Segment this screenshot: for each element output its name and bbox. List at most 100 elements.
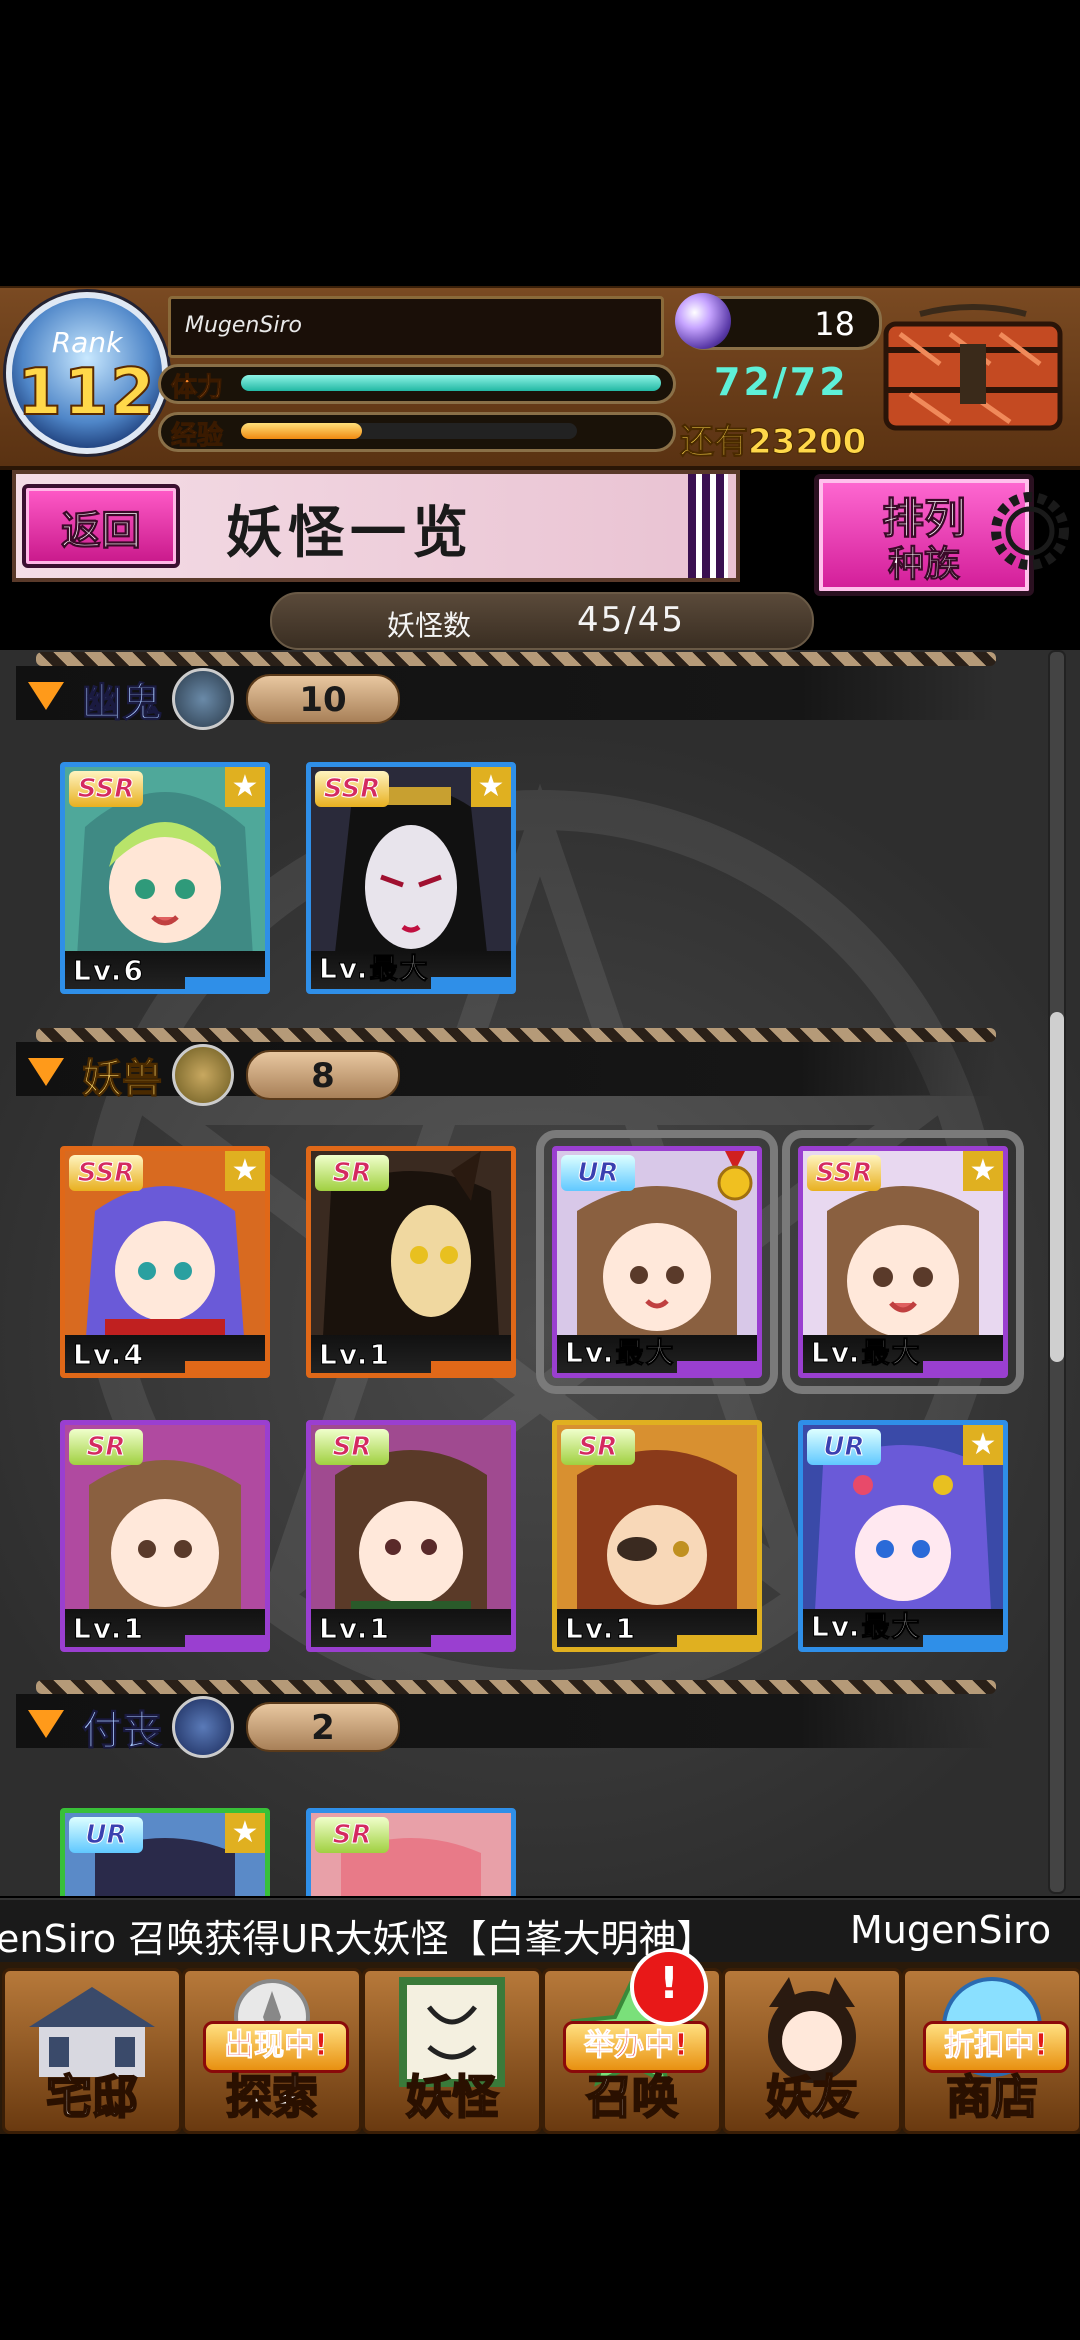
yokai-level: Lv.1 bbox=[319, 1338, 391, 1372]
star-icon: ★ bbox=[225, 1151, 265, 1191]
player-name: MugenSiro bbox=[185, 313, 302, 338]
ticker-text: enSiro 召唤获得UR大妖怪【白峯大明神】 bbox=[0, 1917, 715, 1961]
group-rail bbox=[36, 652, 996, 666]
rarity-stripe bbox=[431, 1361, 511, 1373]
rarity-stripe bbox=[923, 1635, 1003, 1647]
yokai-card[interactable]: SR Lv.1 bbox=[552, 1420, 762, 1652]
orb-count: 18 bbox=[814, 305, 855, 343]
nav-label: 商店 bbox=[945, 2069, 1039, 2125]
rarity-badge: SR bbox=[315, 1429, 389, 1465]
rarity-stripe bbox=[431, 977, 511, 989]
back-label: 返回 bbox=[61, 508, 142, 555]
exp-track bbox=[241, 423, 577, 439]
title-decoration bbox=[688, 474, 728, 578]
yokai-level: Lv.最大 bbox=[810, 1610, 922, 1644]
nav-label: 宅邸 bbox=[45, 2069, 139, 2125]
rank-value: 112 bbox=[16, 355, 157, 431]
nav-label: 探索 bbox=[225, 2069, 319, 2125]
group-band bbox=[16, 666, 996, 720]
group-band bbox=[16, 1694, 996, 1748]
rarity-stripe bbox=[431, 1635, 511, 1647]
rarity-stripe bbox=[185, 1361, 265, 1373]
tsukumo-tribe-icon bbox=[172, 1696, 234, 1758]
rarity-stripe bbox=[923, 1361, 1003, 1373]
group-header-beast[interactable]: 妖兽 8 bbox=[16, 1028, 996, 1106]
rarity-badge: SR bbox=[315, 1155, 389, 1191]
rarity-badge: UR bbox=[561, 1155, 635, 1191]
stamina-fill bbox=[241, 375, 661, 391]
rarity-badge: SSR bbox=[315, 771, 389, 807]
back-button[interactable]: 返回 bbox=[22, 484, 180, 568]
star-icon: ★ bbox=[963, 1425, 1003, 1465]
exp-remaining: 还有23200 bbox=[679, 422, 867, 463]
rank-badge[interactable]: Rank 112 bbox=[6, 292, 168, 454]
spirit-orb-icon bbox=[675, 293, 731, 349]
player-status-header: Rank 112 MugenSiro 体力 经验 18 72/72 还有2320… bbox=[0, 286, 1080, 470]
rarity-badge: SSR bbox=[807, 1155, 881, 1191]
rarity-stripe bbox=[185, 977, 265, 989]
yokai-card[interactable]: SR Lv.1 bbox=[306, 1146, 516, 1378]
rarity-badge: UR bbox=[69, 1817, 143, 1853]
yokai-card[interactable]: UR ★ Lv.最大 bbox=[798, 1420, 1008, 1652]
rarity-stripe bbox=[185, 1635, 265, 1647]
yokai-card[interactable]: SR Lv.1 bbox=[60, 1420, 270, 1652]
group-rail bbox=[36, 1028, 996, 1042]
exp-bar: 经验 bbox=[158, 412, 676, 452]
group-name: 妖兽 bbox=[82, 1056, 163, 1103]
star-icon: ★ bbox=[225, 767, 265, 807]
yokai-level: Lv.最大 bbox=[564, 1336, 676, 1370]
group-header-tsukumo[interactable]: 付丧 2 bbox=[16, 1680, 996, 1758]
collapse-arrow-icon bbox=[28, 1710, 64, 1738]
title-bar: 返回 妖怪一览 bbox=[12, 470, 740, 582]
yokai-card[interactable]: UR ★ bbox=[60, 1808, 270, 1896]
yokai-card[interactable]: SR Lv.1 bbox=[306, 1420, 516, 1652]
scrollbar-thumb[interactable] bbox=[1050, 1012, 1064, 1362]
nav-mansion-button[interactable]: 宅邸 bbox=[2, 1968, 182, 2134]
group-count: 10 bbox=[299, 680, 347, 720]
yokai-list[interactable]: 幽鬼 10 SSR ★ Lv.6 SSR ★ Lv.最大 妖兽 8 SSR ★ … bbox=[0, 650, 1080, 1896]
exp-fill bbox=[241, 423, 362, 439]
page-title: 妖怪一览 bbox=[226, 501, 474, 566]
nav-shop-button[interactable]: 折扣中! 商店 bbox=[902, 1968, 1080, 2134]
yokai-card[interactable]: SSR ★ Lv.4 bbox=[60, 1146, 270, 1378]
rarity-badge: SR bbox=[69, 1429, 143, 1465]
yokai-count-value: 45/45 bbox=[577, 600, 685, 640]
nav-label: 妖友 bbox=[765, 2069, 859, 2125]
group-count: 8 bbox=[311, 1056, 335, 1096]
rarity-badge: SR bbox=[315, 1817, 389, 1853]
yokai-card[interactable]: SSR ★ Lv.最大 bbox=[306, 762, 516, 994]
group-count-pill: 8 bbox=[246, 1050, 400, 1100]
group-count-pill: 10 bbox=[246, 674, 400, 724]
notification-icon[interactable]: ! bbox=[630, 1948, 708, 2026]
group-name: 付丧 bbox=[82, 1708, 163, 1755]
stamina-label: 体力 bbox=[170, 373, 224, 404]
bottom-nav: 宅邸 出现中! 探索 妖怪 举办中! 召唤 妖友 折扣中! 商店 ! bbox=[0, 1948, 1080, 2134]
nav-explore-button[interactable]: 出现中! 探索 bbox=[182, 1968, 362, 2134]
yokai-card-selected[interactable]: UR Lv.最大 bbox=[536, 1130, 778, 1394]
orb-counter[interactable]: 18 bbox=[675, 293, 882, 350]
yokai-count-bar: 妖怪数 45/45 bbox=[270, 592, 814, 650]
yokai-level: Lv.6 bbox=[73, 954, 145, 988]
group-header-ghost[interactable]: 幽鬼 10 bbox=[16, 652, 996, 730]
scrollbar[interactable] bbox=[1048, 650, 1066, 1894]
rarity-badge: SSR bbox=[69, 771, 143, 807]
treasure-chest-icon[interactable] bbox=[880, 304, 1066, 434]
nav-label: 妖怪 bbox=[405, 2069, 499, 2125]
medal-icon bbox=[717, 1151, 753, 1201]
nav-yokai-button[interactable]: 妖怪 bbox=[362, 1968, 542, 2134]
yokai-card-selected[interactable]: SSR ★ Lv.最大 bbox=[782, 1130, 1024, 1394]
exp-label: 经验 bbox=[170, 421, 224, 452]
rank-label: Rank bbox=[51, 326, 123, 359]
nav-friends-button[interactable]: 妖友 bbox=[722, 1968, 902, 2134]
collapse-arrow-icon bbox=[28, 682, 64, 710]
rarity-stripe bbox=[677, 1635, 757, 1647]
group-name: 幽鬼 bbox=[82, 680, 163, 727]
star-icon: ★ bbox=[471, 767, 511, 807]
rarity-badge: UR bbox=[807, 1429, 881, 1465]
yokai-level: Lv.1 bbox=[319, 1612, 391, 1646]
yokai-card[interactable]: SSR ★ Lv.6 bbox=[60, 762, 270, 994]
announcement-ticker: enSiro 召唤获得UR大妖怪【白峯大明神】 MugenSiro bbox=[0, 1898, 1080, 1966]
yokai-card[interactable]: SR bbox=[306, 1808, 516, 1896]
rarity-stripe bbox=[677, 1361, 757, 1373]
star-icon: ★ bbox=[963, 1151, 1003, 1191]
